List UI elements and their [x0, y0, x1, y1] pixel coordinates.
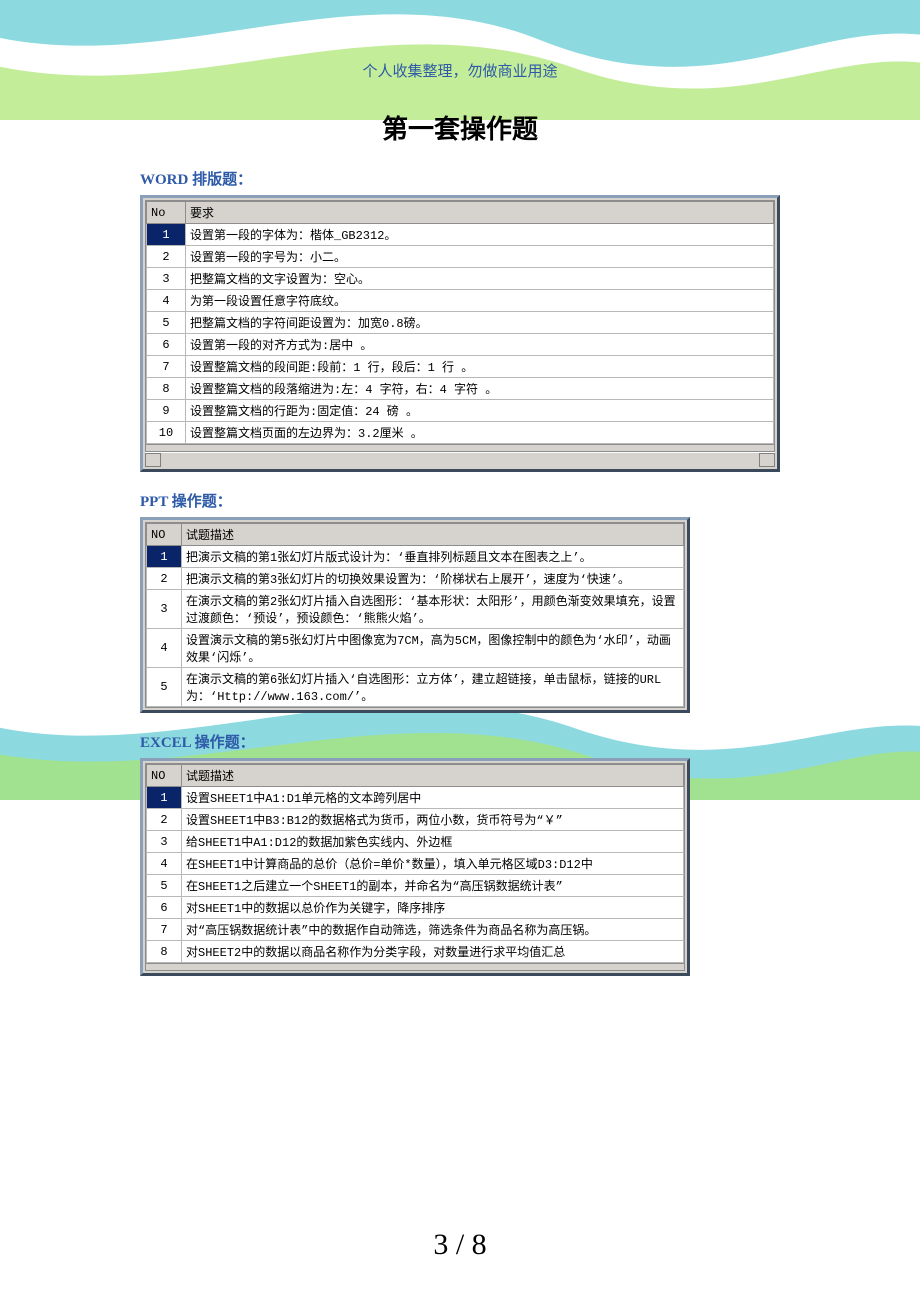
scroll-left-icon[interactable]: [145, 453, 161, 467]
col-req: 要求: [186, 202, 774, 224]
col-no: NO: [147, 524, 182, 546]
table-header-row: No 要求: [147, 202, 774, 224]
table-row: 5在演示文稿的第6张幻灯片插入‘自选图形：立方体’，建立超链接，单击鼠标，链接的…: [147, 668, 684, 707]
table-row: 2设置第一段的字号为：小二。: [147, 246, 774, 268]
table-row: 4在SHEET1中计算商品的总价（总价=单价*数量），填入单元格区域D3:D12…: [147, 853, 684, 875]
section-word-label: WORD 排版题：: [140, 168, 780, 189]
table-row: 1设置第一段的字体为：楷体_GB2312。: [147, 224, 774, 246]
table-header-row: NO 试题描述: [147, 524, 684, 546]
section-excel-label: EXCEL 操作题：: [140, 731, 780, 752]
table-row: 8设置整篇文档的段落缩进为:左：4 字符，右：4 字符 。: [147, 378, 774, 400]
table-row: 5在SHEET1之后建立一个SHEET1的副本，并命名为“高压锅数据统计表”: [147, 875, 684, 897]
table-row: 10设置整篇文档页面的左边界为：3.2厘米 。: [147, 422, 774, 444]
table-row: 3把整篇文档的文字设置为：空心。: [147, 268, 774, 290]
table-row: 2把演示文稿的第3张幻灯片的切换效果设置为：‘阶梯状右上展开’，速度为‘快速’。: [147, 568, 684, 590]
page-title: 第一套操作题: [140, 109, 780, 146]
word-table: No 要求 1设置第一段的字体为：楷体_GB2312。 2设置第一段的字号为：小…: [140, 195, 780, 472]
col-desc: 试题描述: [182, 524, 684, 546]
table-row: 6设置第一段的对齐方式为:居中 。: [147, 334, 774, 356]
table-row: 2设置SHEET1中B3:B12的数据格式为货币，两位小数，货币符号为“￥”: [147, 809, 684, 831]
row-no: 1: [147, 224, 186, 246]
ppt-table: NO 试题描述 1把演示文稿的第1张幻灯片版式设计为：‘垂直排列标题且文本在图表…: [140, 517, 690, 713]
table-row: 3给SHEET1中A1:D12的数据加紫色实线内、外边框: [147, 831, 684, 853]
table-row: 9设置整篇文档的行距为:固定值：24 磅 。: [147, 400, 774, 422]
col-no: No: [147, 202, 186, 224]
table-row: 7对“高压锅数据统计表”中的数据作自动筛选，筛选条件为商品名称为高压锅。: [147, 919, 684, 941]
row-text: 设置第一段的字体为：楷体_GB2312。: [186, 224, 774, 246]
scrollbar[interactable]: [145, 452, 775, 467]
table-row: 3在演示文稿的第2张幻灯片插入自选图形：‘基本形状：太阳形’，用颜色渐变效果填充…: [147, 590, 684, 629]
table-header-row: NO 试题描述: [147, 765, 684, 787]
col-no: NO: [147, 765, 182, 787]
table-row: 6对SHEET1中的数据以总价作为关键字，降序排序: [147, 897, 684, 919]
table-row: 1设置SHEET1中A1:D1单元格的文本跨列居中: [147, 787, 684, 809]
table-row: 8对SHEET2中的数据以商品名称作为分类字段，对数量进行求平均值汇总: [147, 941, 684, 963]
table-row: 4设置演示文稿的第5张幻灯片中图像宽为7CM，高为5CM，图像控制中的颜色为‘水…: [147, 629, 684, 668]
col-desc: 试题描述: [182, 765, 684, 787]
excel-table: NO 试题描述 1设置SHEET1中A1:D1单元格的文本跨列居中 2设置SHE…: [140, 758, 690, 976]
table-row: 1把演示文稿的第1张幻灯片版式设计为：‘垂直排列标题且文本在图表之上’。: [147, 546, 684, 568]
scroll-right-icon[interactable]: [759, 453, 775, 467]
page-number: 3 / 8: [0, 1228, 920, 1262]
header-note: 个人收集整理，勿做商业用途: [140, 60, 780, 81]
table-row: 4为第一段设置任意字符底纹。: [147, 290, 774, 312]
table-row: 5把整篇文档的字符间距设置为：加宽0.8磅。: [147, 312, 774, 334]
table-row: 7设置整篇文档的段间距:段前：1 行，段后：1 行 。: [147, 356, 774, 378]
section-ppt-label: PPT 操作题：: [140, 490, 780, 511]
